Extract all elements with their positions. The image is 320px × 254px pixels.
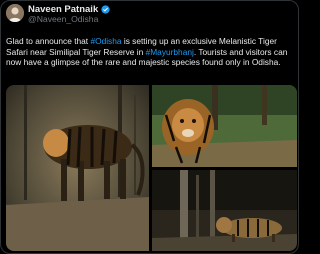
tweet-card[interactable]: Naveen Patnaik @Naveen_Odisha Glad to an… [0, 0, 299, 254]
hashtag-link[interactable]: #Mayurbhanj [146, 47, 194, 57]
author-handle[interactable]: @Naveen_Odisha [28, 14, 98, 24]
hashtag-link[interactable]: #Odisha [90, 36, 121, 46]
author-avatar[interactable] [6, 4, 24, 22]
tiger-photo-1[interactable] [6, 85, 149, 251]
verified-badge-icon [101, 5, 110, 14]
tweet-text-segment: Glad to announce that [6, 36, 91, 46]
tiger-photo-3[interactable] [152, 170, 297, 251]
tiger-photo-2[interactable] [152, 85, 297, 167]
media-grid [6, 85, 297, 251]
tweet-text: Glad to announce that #Odisha is setting… [6, 36, 296, 68]
